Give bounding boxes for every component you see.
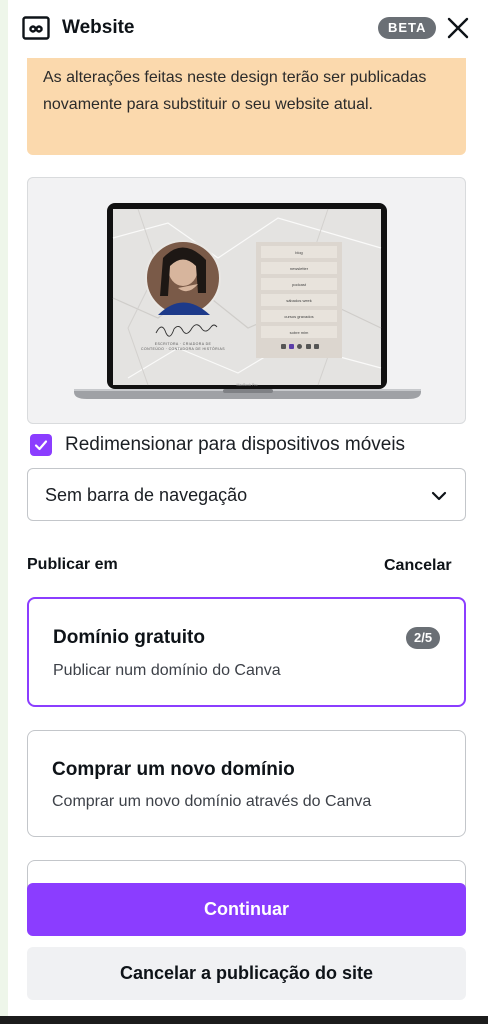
- option-title: Domínio gratuito: [53, 627, 205, 648]
- website-icon: [22, 16, 50, 40]
- svg-text:CONTEÚDO · CONTADORA DE HISTÓR: CONTEÚDO · CONTADORA DE HISTÓRIAS: [141, 346, 225, 351]
- svg-text:newsletter: newsletter: [290, 266, 309, 271]
- cancel-publish-button[interactable]: Cancelar a publicação do site: [27, 947, 466, 1000]
- publish-section-label: Publicar em: [27, 556, 118, 573]
- svg-text:sábados week: sábados week: [286, 298, 312, 303]
- resize-label: Redimensionar para dispositivos móveis: [65, 434, 406, 455]
- navigation-select-value: Sem barra de navegação: [45, 485, 248, 505]
- continue-button[interactable]: Continuar: [27, 883, 466, 936]
- laptop-label: MacBook Pro: [236, 383, 257, 387]
- warning-text: As alterações feitas neste design terão …: [43, 69, 427, 113]
- svg-text:blog: blog: [295, 250, 303, 255]
- svg-text:podcast: podcast: [292, 282, 307, 287]
- option-subtitle: Comprar um novo domínio através do Canva: [52, 793, 372, 810]
- resize-option[interactable]: Redimensionar para dispositivos móveis: [30, 434, 405, 456]
- svg-text:cursos gravados: cursos gravados: [284, 314, 313, 319]
- resize-checkbox[interactable]: [30, 434, 52, 456]
- beta-badge: BETA: [378, 17, 437, 39]
- svg-text:ESCRITORA · CRIADORA DE: ESCRITORA · CRIADORA DE: [155, 342, 212, 346]
- option-title: Comprar um novo domínio: [52, 759, 295, 780]
- free-domain-option[interactable]: Domínio gratuito 2/5 Publicar num domíni…: [27, 597, 466, 707]
- checkmark-icon: [34, 440, 48, 451]
- close-icon[interactable]: [446, 16, 470, 40]
- domain-count-badge: 2/5: [406, 627, 441, 649]
- publish-cancel-button[interactable]: Cancelar: [384, 557, 452, 575]
- buy-domain-option[interactable]: Comprar um novo domínio Comprar um novo …: [27, 730, 466, 837]
- canvas-edge: [0, 0, 8, 1024]
- svg-text:sobre mim: sobre mim: [290, 330, 309, 335]
- site-preview: ESCRITORA · CRIADORA DE CONTEÚDO · CONTA…: [27, 177, 466, 424]
- warning-banner: As alterações feitas neste design terão …: [27, 58, 466, 155]
- window-bottom-edge: [0, 1016, 488, 1024]
- panel-header: Website BETA: [8, 0, 488, 58]
- option-subtitle: Publicar num domínio do Canva: [53, 662, 281, 679]
- navigation-select[interactable]: Sem barra de navegação: [27, 468, 466, 521]
- laptop-preview-image: ESCRITORA · CRIADORA DE CONTEÚDO · CONTA…: [74, 203, 421, 399]
- panel-title: Website: [62, 17, 135, 38]
- chevron-down-icon: [431, 491, 447, 501]
